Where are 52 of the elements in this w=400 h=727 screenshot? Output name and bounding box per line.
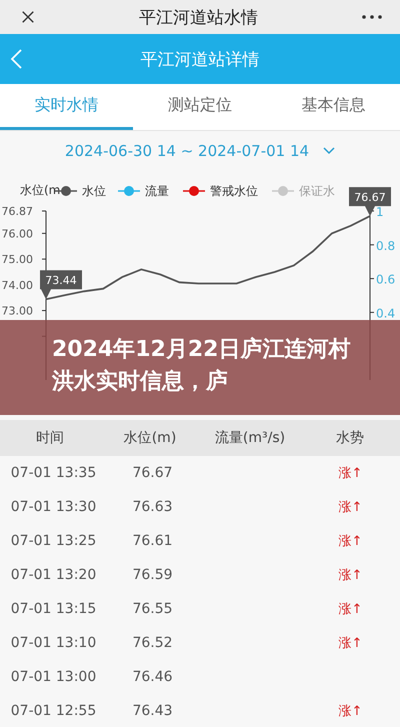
- table-cell-text: 07-01 13:00: [10, 669, 98, 685]
- chevron-down-icon: [323, 146, 336, 154]
- table-cell-text: 76.61: [131, 533, 174, 549]
- column-header: 时间: [35, 429, 65, 447]
- axis-tick-label: 76.87: [2, 205, 33, 218]
- axis-tick-label: 73.00: [2, 304, 33, 318]
- table-cell-text: 76.46: [131, 669, 174, 685]
- axis-tick-label: 0.8: [376, 238, 396, 253]
- table-cell-text: 07-01 13:25: [10, 533, 98, 549]
- value-marker: 73.44: [40, 270, 82, 300]
- annotation: 73.44: [45, 274, 77, 288]
- trend-label: 涨↑: [338, 500, 362, 515]
- axis-tick-label: 75.00: [2, 253, 33, 266]
- legend-item[interactable]: 警戒水位: [183, 184, 258, 198]
- column-header: 流量(m³/s): [214, 429, 286, 447]
- axis-title: 水位(m: [20, 183, 60, 197]
- table-cell-text: 76.67: [131, 465, 174, 481]
- page-title: 平江河道站详情: [140, 48, 260, 70]
- axis-tick-label: 74.00: [2, 278, 33, 292]
- table-cell-text: 76.55: [131, 601, 174, 617]
- tab[interactable]: 实时水情: [0, 84, 134, 130]
- trend-label: 涨↑: [338, 602, 362, 617]
- trend-label: 涨↑: [338, 534, 362, 549]
- back-icon[interactable]: [10, 49, 22, 69]
- column-header: 水势: [335, 429, 365, 447]
- axis-tick-label: 0.4: [376, 306, 396, 320]
- table-cell-text: 07-01 13:30: [10, 499, 98, 515]
- trend-label: 涨↑: [338, 704, 362, 719]
- tab[interactable]: 测站定位: [133, 84, 267, 130]
- axis-tick-label: 1: [376, 205, 384, 219]
- table-cell-text: 07-01 13:20: [10, 567, 98, 583]
- tab[interactable]: 基本信息: [266, 84, 400, 130]
- table-cell-text: 07-01 13:35: [10, 465, 98, 481]
- table-cell-text: 76.59: [131, 567, 174, 583]
- table-cell-text: 07-01 13:10: [10, 635, 98, 651]
- axis-tick-label: 76.00: [2, 227, 33, 240]
- window-title: 平江河道站水情: [139, 6, 258, 28]
- trend-label: 涨↑: [338, 466, 362, 481]
- close-icon[interactable]: [21, 10, 35, 24]
- trend-label: 涨↑: [338, 636, 362, 651]
- table-cell-text: 76.63: [131, 499, 174, 515]
- more-icon[interactable]: [362, 15, 382, 19]
- trend-label: 涨↑: [338, 568, 362, 583]
- table-cell-text: 07-01 12:55: [10, 703, 98, 719]
- table-cell-text: 76.52: [131, 635, 174, 651]
- axis-tick-label: 0.6: [376, 272, 396, 287]
- headline-banner: 2024年12月22日庐江连河村洪水实时信息，庐: [0, 320, 400, 415]
- legend-label: 水位: [82, 184, 106, 198]
- table-cell-text: 76.43: [131, 703, 174, 719]
- table-cell-text: 07-01 13:15: [10, 601, 98, 617]
- legend-item[interactable]: 流量: [118, 184, 169, 198]
- column-header: 水位(m): [122, 429, 178, 447]
